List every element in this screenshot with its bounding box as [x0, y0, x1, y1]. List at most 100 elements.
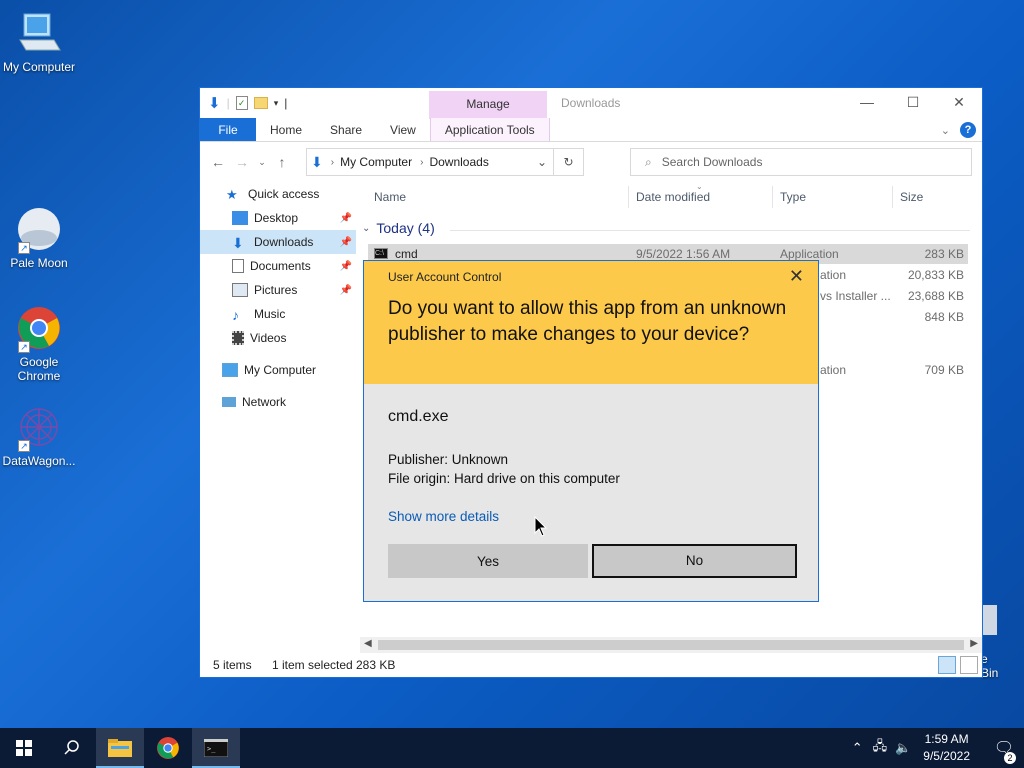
- desktop-icon-label: My Computer: [2, 60, 76, 74]
- file-size: 709 KB: [924, 363, 964, 377]
- taskbar-chrome[interactable]: [144, 728, 192, 768]
- search-input[interactable]: ⌕ Search Downloads: [630, 148, 972, 176]
- nav-item-pictures[interactable]: Pictures 📌: [200, 278, 356, 302]
- column-type[interactable]: Type: [780, 190, 806, 204]
- nav-my-computer[interactable]: My Computer: [200, 358, 356, 382]
- nav-item-desktop[interactable]: Desktop 📌: [200, 206, 356, 230]
- ribbon-tabs: File Home Share View Application Tools ⌄…: [200, 118, 982, 142]
- uac-file-origin: File origin: Hard drive on this computer: [388, 471, 620, 486]
- chevron-up-icon[interactable]: ⌃: [852, 740, 863, 756]
- desktop-icon-recycle-bin[interactable]: e Bin: [981, 605, 998, 680]
- nav-network[interactable]: Network: [200, 390, 356, 414]
- nav-label: Network: [242, 395, 287, 409]
- tab-application-tools[interactable]: Application Tools: [429, 118, 550, 141]
- nav-item-videos[interactable]: Videos: [200, 326, 356, 350]
- back-button[interactable]: ←: [206, 154, 230, 170]
- system-tray: ⌃ 🖧 🔈 1:59 AM 9/5/2022 🗨 2: [852, 728, 1024, 768]
- sort-indicator-icon: ⌄: [696, 182, 703, 191]
- recent-locations-button[interactable]: ⌄: [254, 157, 270, 168]
- taskbar-cmd[interactable]: >_: [192, 728, 240, 768]
- column-name[interactable]: Name: [374, 190, 406, 204]
- manage-context-tab[interactable]: Manage: [429, 91, 547, 119]
- mouse-cursor-icon: [534, 515, 548, 541]
- column-date-modified[interactable]: Date modified: [636, 190, 710, 204]
- forward-button[interactable]: →: [230, 154, 254, 170]
- customize-toolbar-icon[interactable]: ▾: [274, 98, 279, 109]
- address-bar[interactable]: ⬇ › My Computer › Downloads ⌄ ↻: [306, 148, 584, 176]
- clock-time: 1:59 AM: [924, 732, 969, 746]
- quick-access-toolbar: ⬇ | ✓ ▾ |: [208, 95, 288, 112]
- address-row: ← → ⌄ ↑ ⬇ › My Computer › Downloads ⌄ ↻ …: [200, 142, 982, 182]
- videos-icon: [232, 331, 244, 345]
- shortcut-arrow-icon: ↗: [18, 341, 30, 353]
- volume-icon[interactable]: 🔈: [895, 740, 911, 756]
- tab-home[interactable]: Home: [256, 118, 316, 141]
- close-button[interactable]: ✕: [936, 88, 982, 116]
- show-more-details-link[interactable]: Show more details: [388, 509, 499, 524]
- nav-item-music[interactable]: ♪ Music: [200, 302, 356, 326]
- maximize-button[interactable]: ☐: [890, 88, 936, 116]
- datawagon-icon: ↗: [16, 404, 62, 452]
- folder-icon: [108, 739, 132, 757]
- nav-item-downloads[interactable]: ⬇ Downloads 📌: [200, 230, 356, 254]
- desktop-icon-my-computer[interactable]: My Computer: [0, 10, 78, 74]
- refresh-button[interactable]: ↻: [553, 149, 583, 175]
- chrome-icon: ↗: [16, 305, 62, 353]
- tab-file[interactable]: File: [200, 118, 256, 141]
- details-view-icon[interactable]: [938, 656, 956, 674]
- chevron-down-icon[interactable]: ⌄: [537, 155, 547, 169]
- file-size: 23,688 KB: [907, 289, 964, 303]
- breadcrumb-downloads[interactable]: Downloads: [429, 155, 488, 169]
- scroll-left-icon[interactable]: ◀: [364, 638, 372, 649]
- window-title: Downloads: [561, 96, 621, 110]
- computer-icon: [222, 363, 238, 377]
- clock[interactable]: 1:59 AM 9/5/2022: [923, 731, 970, 765]
- desktop-icon-label: Pale Moon: [10, 256, 68, 270]
- desktop-icon-datawagon[interactable]: ↗ DataWagon...: [0, 404, 78, 468]
- taskbar-file-explorer[interactable]: [96, 728, 144, 768]
- action-center-button[interactable]: 🗨 2: [984, 738, 1024, 764]
- chevron-right-icon: ›: [420, 156, 424, 168]
- nav-quick-access[interactable]: ★ Quick access: [200, 182, 356, 206]
- pin-icon: 📌: [339, 236, 352, 248]
- column-size[interactable]: Size: [900, 190, 923, 204]
- chevron-down-icon: ⌄: [362, 222, 371, 234]
- computer-icon: [16, 10, 62, 56]
- horizontal-scrollbar[interactable]: ◀ ▶: [360, 637, 982, 653]
- recycle-bin-label: e Bin: [981, 652, 999, 680]
- help-icon[interactable]: ?: [960, 122, 976, 138]
- desktop-icon-google-chrome[interactable]: ↗ Google Chrome: [0, 305, 78, 383]
- tab-share[interactable]: Share: [316, 118, 376, 141]
- yes-button[interactable]: Yes: [388, 544, 588, 578]
- clock-date: 9/5/2022: [923, 749, 970, 763]
- chrome-icon: [157, 737, 179, 759]
- nav-label: Quick access: [248, 187, 320, 201]
- new-folder-icon[interactable]: [253, 97, 268, 109]
- status-bar: 5 items 1 item selected 283 KB: [200, 653, 982, 677]
- start-button[interactable]: [0, 728, 48, 768]
- large-icons-view-icon[interactable]: [960, 656, 978, 674]
- nav-label: Videos: [250, 331, 287, 345]
- pin-icon: 📌: [339, 212, 352, 224]
- scrollbar-thumb[interactable]: [378, 640, 964, 650]
- network-icon[interactable]: 🖧: [873, 737, 888, 759]
- scroll-right-icon[interactable]: ▶: [970, 638, 978, 649]
- desktop-icon-pale-moon[interactable]: ↗ Pale Moon: [0, 206, 78, 270]
- tab-view[interactable]: View: [376, 118, 430, 141]
- notification-count: 2: [1004, 752, 1016, 764]
- close-icon[interactable]: ✕: [789, 266, 804, 287]
- nav-label: Downloads: [254, 235, 314, 249]
- properties-icon[interactable]: ✓: [235, 96, 248, 110]
- no-button[interactable]: No: [592, 544, 797, 578]
- pale-moon-icon: ↗: [16, 206, 62, 254]
- group-header-today[interactable]: ⌄ Today (4): [362, 220, 435, 236]
- file-size: 848 KB: [924, 310, 964, 324]
- breadcrumb-my-computer[interactable]: My Computer: [340, 155, 412, 169]
- expand-ribbon-icon[interactable]: ⌄: [941, 124, 950, 137]
- search-placeholder: Search Downloads: [661, 155, 763, 169]
- search-button[interactable]: [48, 728, 96, 768]
- up-button[interactable]: ↑: [270, 154, 294, 170]
- nav-item-documents[interactable]: Documents 📌: [200, 254, 356, 278]
- minimize-button[interactable]: —: [844, 88, 890, 116]
- pin-icon: 📌: [339, 260, 352, 272]
